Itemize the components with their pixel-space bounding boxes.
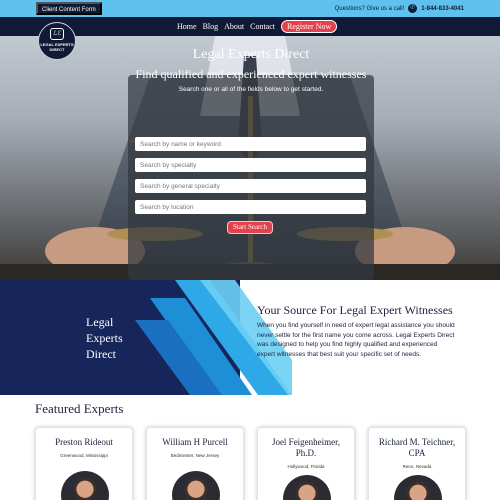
topbar-contact: Questions? Give us a call! ✆ 1-844-833-4… <box>335 0 464 17</box>
hero-subtitle: Find qualified and experienced expert wi… <box>135 67 367 81</box>
nav-links: Home Blog About Contact Register Now <box>177 17 338 36</box>
expert-name: Preston Rideout <box>55 437 113 447</box>
main-nav: Home Blog About Contact Register Now <box>0 17 500 36</box>
search-general-specialty-input[interactable] <box>135 179 366 193</box>
expert-card[interactable]: William H Purcell Bedminster, New Jersey <box>146 427 244 500</box>
expert-name: William H Purcell <box>162 437 228 447</box>
logo-text: LEGAL EXPERTS DIRECT <box>40 42 74 52</box>
expert-avatar <box>61 471 109 500</box>
expert-avatar <box>394 475 442 500</box>
top-utility-bar: Client Content Form Questions? Give us a… <box>0 0 500 17</box>
search-panel <box>128 75 374 280</box>
about-heading: Your Source For Legal Expert Witnesses <box>257 303 453 317</box>
nav-home[interactable]: Home <box>177 22 197 31</box>
nav-contact[interactable]: Contact <box>250 22 275 31</box>
nav-about[interactable]: About <box>224 22 244 31</box>
brand-line: Direct <box>86 347 116 361</box>
logo-mark: ℒℰ <box>50 28 64 40</box>
expert-card[interactable]: Preston Rideout Greenwood, Mississippi <box>35 427 133 500</box>
brand-line: Experts <box>86 331 123 345</box>
search-location-input[interactable] <box>135 200 366 214</box>
expert-location: Hollywood, Florida <box>287 464 325 469</box>
questions-text: Questions? Give us a call! <box>334 5 405 12</box>
hero-title: Legal Experts Direct <box>192 47 310 62</box>
client-content-form-button[interactable]: Client Content Form <box>36 2 102 15</box>
brand-graphic <box>0 280 292 395</box>
phone-icon: ✆ <box>408 4 418 13</box>
about-brand-text: Legal Experts Direct <box>86 314 123 362</box>
expert-location: Greenwood, Mississippi <box>60 453 108 458</box>
about-body: When you find yourself in need of expert… <box>257 322 455 358</box>
expert-card[interactable]: Richard M. Teichner, CPA Reno, Nevada <box>368 427 466 500</box>
brand-line: Legal <box>86 315 114 329</box>
register-now-button[interactable]: Register Now <box>281 20 338 33</box>
expert-avatar <box>283 475 331 500</box>
expert-location: Bedminster, New Jersey <box>170 453 220 458</box>
expert-name: Richard M. Teichner, CPA <box>378 437 456 458</box>
expert-location: Reno, Nevada <box>402 464 432 469</box>
hero-hint: Search one or all of the fields below to… <box>178 86 324 93</box>
about-section: Legal Experts Direct Your Source For Leg… <box>0 280 500 395</box>
nav-blog[interactable]: Blog <box>203 22 219 31</box>
start-search-button[interactable]: Start Search <box>227 221 273 234</box>
expert-avatar <box>172 471 220 500</box>
expert-card[interactable]: Joel Feigenheimer, Ph.D. Hollywood, Flor… <box>257 427 355 500</box>
search-name-keyword-input[interactable] <box>135 137 366 151</box>
featured-experts-title: Featured Experts <box>35 401 124 416</box>
site-logo[interactable]: ℒℰ LEGAL EXPERTS DIRECT <box>38 22 76 60</box>
phone-link[interactable]: 1-844-833-4041 <box>421 6 464 12</box>
expert-name: Joel Feigenheimer, Ph.D. <box>271 437 341 458</box>
search-specialty-input[interactable] <box>135 158 366 172</box>
